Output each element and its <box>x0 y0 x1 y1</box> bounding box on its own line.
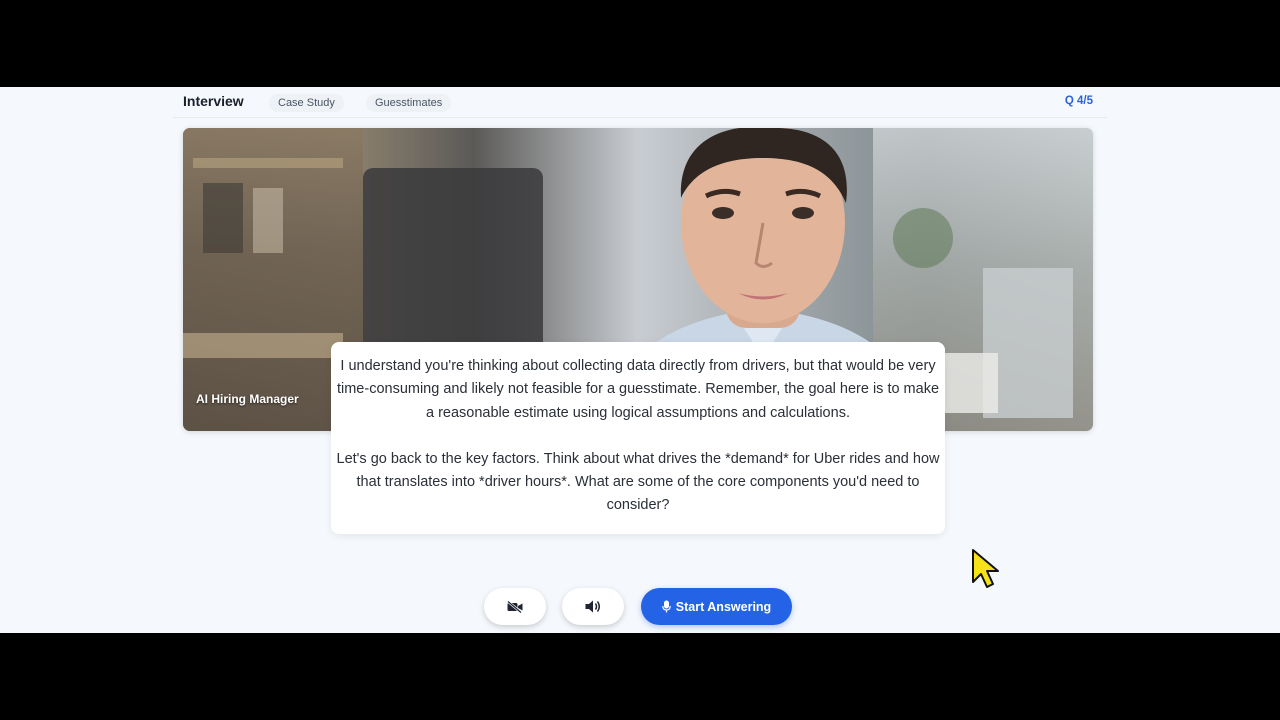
camera-off-icon <box>507 600 523 613</box>
volume-toggle-button[interactable] <box>562 588 624 625</box>
interviewer-message: I understand you're thinking about colle… <box>331 342 945 534</box>
start-answering-label: Start Answering <box>675 599 772 614</box>
app-title: Interview <box>183 93 244 109</box>
tab-case-study[interactable]: Case Study <box>269 94 344 112</box>
interview-app: Interview Case Study Guesstimates Q 4/5 <box>0 87 1280 633</box>
top-bar: Interview Case Study Guesstimates Q 4/5 <box>173 87 1107 118</box>
microphone-icon <box>661 600 671 613</box>
start-answering-button[interactable]: Start Answering <box>641 588 792 625</box>
speaker-label: AI Hiring Manager <box>196 392 299 406</box>
question-counter: Q 4/5 <box>1064 95 1093 107</box>
speaker-icon <box>585 600 600 613</box>
mouse-cursor-icon <box>972 549 999 588</box>
message-paragraph-2: Let's go back to the key factors. Think … <box>336 450 940 514</box>
tab-guesstimates[interactable]: Guesstimates <box>366 94 452 112</box>
message-paragraph-1: I understand you're thinking about colle… <box>336 358 940 421</box>
camera-toggle-button[interactable] <box>484 588 546 625</box>
